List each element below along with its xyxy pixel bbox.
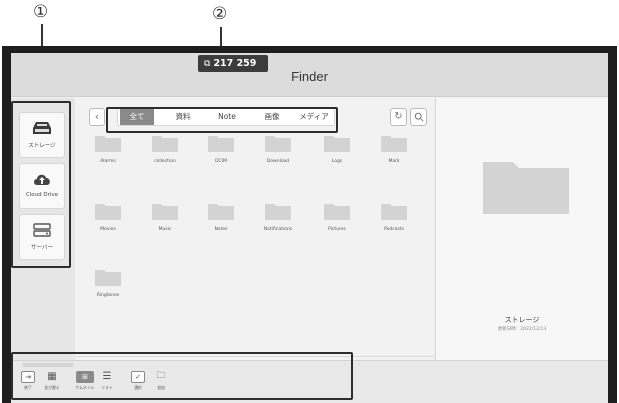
folder-icon: [381, 136, 407, 152]
folder-name: Alarms: [100, 159, 116, 164]
folder-name: DCIM: [215, 159, 227, 164]
folder-item[interactable]: Download: [258, 135, 298, 164]
folder-name: Notes: [214, 227, 228, 232]
annotation-box-3: [11, 352, 353, 400]
folder-icon: [324, 204, 350, 220]
annotation-box-1: [11, 101, 71, 268]
search-icon: [414, 112, 424, 122]
search-button[interactable]: [410, 108, 427, 126]
folder-name: Movies: [100, 227, 116, 232]
folder-name: collection: [154, 159, 176, 164]
folder-item[interactable]: Podcasts: [374, 203, 414, 232]
folder-item[interactable]: Logs: [317, 135, 357, 164]
callout-1: ①: [33, 2, 49, 22]
folder-icon: [208, 136, 234, 152]
folder-name: Mark: [388, 159, 400, 164]
folder-icon: [95, 204, 121, 220]
back-button[interactable]: ‹: [89, 108, 105, 126]
folder-name: Logs: [331, 159, 343, 164]
folder-icon: [95, 136, 121, 152]
folder-icon: [265, 136, 291, 152]
folder-icon: [152, 136, 178, 152]
folder-item[interactable]: Ringtones: [88, 269, 128, 298]
file-browser: ‹ 全て 資料 Note 画像 メディア ↻ Alarms collection D…: [75, 98, 435, 356]
folder-item[interactable]: DCIM: [201, 135, 241, 164]
folder-name: Music: [158, 227, 172, 232]
annotation-box-2: [106, 107, 338, 133]
folder-item[interactable]: Movies: [88, 203, 128, 232]
folder-icon: [95, 270, 121, 286]
refresh-icon: ↻: [394, 111, 403, 122]
finder-screen: ⧉ 217 259 Finder ストレージ Cloud Drive サーバー …: [11, 53, 608, 403]
folder-name: Pictures: [328, 227, 346, 232]
folder-icon: [208, 204, 234, 220]
folder-name: Notifications: [263, 227, 293, 232]
folder-item[interactable]: collection: [145, 135, 185, 164]
folder-icon: [324, 136, 350, 152]
app-title: Finder: [291, 69, 328, 84]
folder-item[interactable]: Pictures: [317, 203, 357, 232]
folder-name: Podcasts: [384, 227, 404, 232]
preview-date: 更新日時：2022/12/13: [497, 327, 547, 332]
folder-item[interactable]: Notes: [201, 203, 241, 232]
preview-name: ストレージ: [504, 316, 540, 324]
folder-name: Ringtones: [96, 293, 120, 298]
folder-icon: [381, 204, 407, 220]
folder-preview-icon: [483, 162, 569, 214]
folder-name: Download: [266, 159, 290, 164]
folder-item[interactable]: Alarms: [88, 135, 128, 164]
callout-2: ②: [212, 4, 228, 24]
folder-item[interactable]: Music: [145, 203, 185, 232]
chevron-left-icon: ‹: [94, 110, 100, 123]
preview-panel: ストレージ 更新日時：2022/12/13: [436, 98, 608, 360]
folder-icon: [265, 204, 291, 220]
device-frame: ⧉ 217 259 Finder ストレージ Cloud Drive サーバー …: [2, 46, 617, 403]
folder-item[interactable]: Notifications: [258, 203, 298, 232]
title-bar: ⧉ 217 259 Finder: [11, 53, 608, 97]
id-badge-text: 217 259: [213, 58, 257, 69]
refresh-button[interactable]: ↻: [390, 108, 407, 126]
screen-share-icon: ⧉: [204, 59, 211, 69]
folder-icon: [152, 204, 178, 220]
folder-item[interactable]: Mark: [374, 135, 414, 164]
manual-figure: ① ② ③ ⧉217 259 Finder ストレージ: [0, 0, 619, 403]
